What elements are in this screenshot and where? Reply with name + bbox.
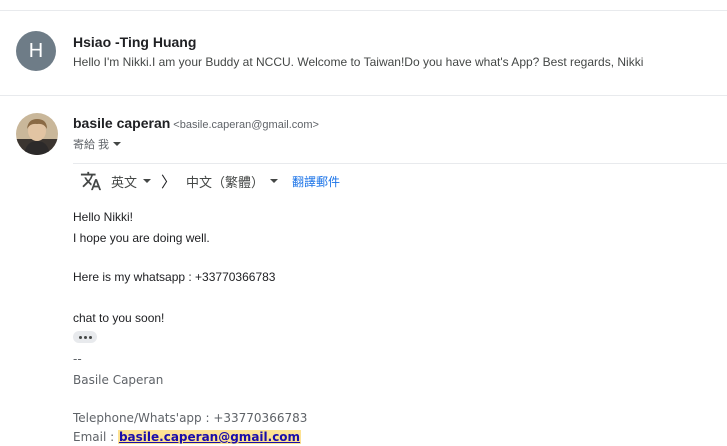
signature-email-link[interactable]: basile.caperan@gmail.com bbox=[117, 430, 302, 444]
body-line: Here is my whatsapp : +33770366783 bbox=[73, 270, 276, 284]
source-language-dropdown[interactable]: 英文 bbox=[111, 172, 152, 191]
source-language-label: 英文 bbox=[111, 174, 138, 190]
chevron-right-icon: 〉 bbox=[161, 173, 177, 191]
message-divider bbox=[0, 95, 727, 96]
signature-phone: Telephone/Whats'app : +33770366783 bbox=[73, 411, 308, 425]
signature-email-label: Email : bbox=[73, 430, 118, 444]
target-language-dropdown[interactable]: 中文（繁體） bbox=[186, 172, 279, 191]
target-language-label: 中文（繁體） bbox=[186, 174, 265, 190]
signature-separator: -- bbox=[73, 352, 82, 366]
dot-icon bbox=[83, 335, 87, 339]
chevron-down-icon bbox=[143, 179, 152, 183]
avatar[interactable]: H bbox=[16, 31, 56, 71]
sender-name[interactable]: basile caperan bbox=[73, 115, 170, 131]
recipient-label: 寄給 我 bbox=[73, 139, 110, 151]
avatar[interactable] bbox=[16, 113, 58, 155]
signature-name: Basile Caperan bbox=[73, 373, 164, 387]
sender-line: basile caperan <basile.caperan@gmail.com> bbox=[73, 115, 319, 133]
recipient-details-toggle[interactable]: 寄給 我 bbox=[73, 136, 122, 152]
translate-icon bbox=[80, 171, 102, 191]
translate-message-link[interactable]: 翻譯郵件 bbox=[292, 173, 340, 190]
dot-icon bbox=[78, 335, 82, 339]
show-trimmed-content-button[interactable] bbox=[73, 331, 97, 343]
body-line: Hello Nikki! bbox=[73, 210, 134, 224]
translate-divider bbox=[73, 163, 727, 164]
collapsed-message-sender[interactable]: Hsiao -Ting Huang bbox=[73, 34, 196, 50]
signature-email-line: Email : basile.caperan@gmail.com bbox=[73, 430, 302, 444]
sender-email[interactable]: <basile.caperan@gmail.com> bbox=[173, 119, 319, 131]
translate-bar: 英文 〉 中文（繁體） 翻譯郵件 bbox=[80, 170, 340, 192]
body-line: I hope you are doing well. bbox=[73, 231, 210, 245]
top-divider bbox=[0, 10, 727, 11]
collapsed-message-snippet[interactable]: Hello I'm Nikki.I am your Buddy at NCCU.… bbox=[73, 55, 643, 69]
dot-icon bbox=[88, 335, 92, 339]
chevron-down-icon bbox=[113, 142, 122, 146]
body-line: chat to you soon! bbox=[73, 311, 165, 325]
chevron-down-icon bbox=[270, 179, 279, 183]
